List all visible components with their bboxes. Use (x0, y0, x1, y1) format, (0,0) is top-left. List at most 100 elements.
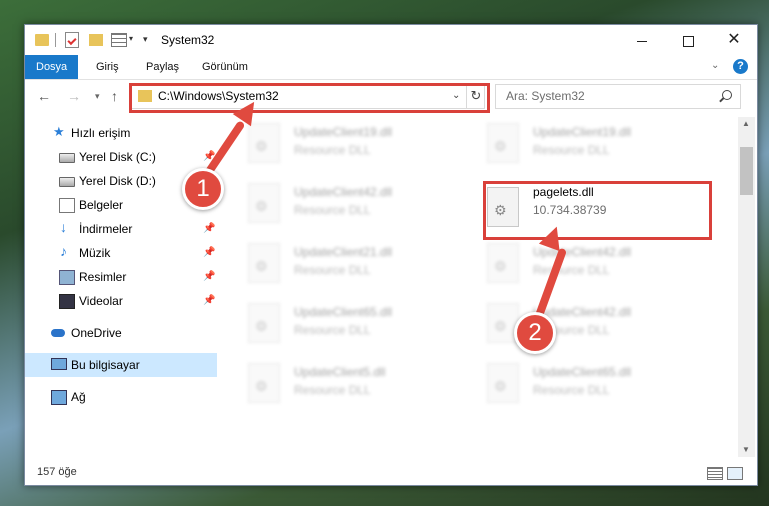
videos-icon (59, 294, 75, 309)
explorer-window: ▾ ▾ System32 ✕ Dosya Giriş Paylaş Görünü… (24, 24, 758, 486)
sidebar-item-label: Belgeler (79, 198, 124, 212)
vertical-scrollbar[interactable]: ▲ ▼ (738, 117, 755, 457)
callout-badge-1: 1 (182, 168, 224, 210)
file-item[interactable]: UpdateClient5.dll Resource DLL (238, 359, 458, 407)
sidebar-item-disk-c[interactable]: Yerel Disk (C:) 📌 (25, 145, 217, 169)
drive-icon (59, 177, 75, 187)
maximize-button[interactable] (665, 25, 711, 55)
sidebar-item-pictures[interactable]: Resimler 📌 (25, 265, 217, 289)
large-icons-view-icon[interactable] (727, 467, 743, 480)
tab-paylas[interactable]: Paylaş (135, 55, 190, 79)
search-input[interactable] (496, 85, 716, 106)
customize-toolbar-icon[interactable]: ▾ (143, 34, 148, 50)
file-name: UpdateClient65.dll (533, 365, 632, 379)
file-item[interactable]: UpdateClient19.dll Resource DLL (238, 119, 458, 167)
sidebar-item-music[interactable]: ♪ Müzik 📌 (25, 241, 217, 265)
dll-file-icon (248, 363, 280, 403)
sidebar-item-network[interactable]: Ağ (25, 385, 217, 409)
pin-icon[interactable]: 📌 (203, 223, 215, 234)
sidebar-item-label: Yerel Disk (C:) (79, 150, 156, 164)
file-name: UpdateClient19.dll (294, 125, 393, 139)
sidebar-item-videos[interactable]: Videolar 📌 (25, 289, 217, 313)
search-box[interactable] (495, 84, 741, 109)
properties-icon[interactable] (65, 32, 79, 48)
file-item[interactable]: UpdateClient21.dll Resource DLL (238, 239, 458, 287)
sidebar-item-label: İndirmeler (79, 222, 133, 236)
ribbon-tabs: Dosya Giriş Paylaş Görünüm ⌄ ? (25, 55, 757, 80)
new-folder-icon[interactable] (89, 34, 103, 46)
file-item[interactable]: UpdateClient19.dll Resource DLL (477, 119, 697, 167)
network-icon (51, 390, 67, 405)
file-description: Resource DLL (294, 143, 371, 157)
file-name: UpdateClient42.dll (294, 185, 393, 199)
recent-locations-icon[interactable]: ▾ (95, 91, 100, 102)
sidebar-item-label: Resimler (79, 270, 127, 284)
close-button[interactable]: ✕ (711, 25, 757, 55)
dll-file-icon (248, 123, 280, 163)
file-description: Resource DLL (294, 383, 371, 397)
tab-giris[interactable]: Giriş (85, 55, 130, 79)
file-description: Resource DLL (294, 263, 371, 277)
dll-file-icon (248, 183, 280, 223)
pin-icon[interactable]: 📌 (203, 247, 215, 258)
toolbar-divider (55, 33, 56, 47)
tab-dosya[interactable]: Dosya (25, 55, 79, 79)
status-bar: 157 öğe (25, 461, 757, 485)
file-list: UpdateClient19.dll Resource DLL UpdateCl… (218, 117, 738, 457)
sidebar-item-downloads[interactable]: ↓ İndirmeler 📌 (25, 217, 217, 241)
file-item[interactable]: UpdateClient42.dll Resource DLL (238, 179, 458, 227)
onedrive-icon (51, 329, 65, 337)
sidebar-item-label: Hızlı erişim (71, 126, 131, 140)
minimize-button[interactable] (619, 25, 665, 55)
file-name: UpdateClient21.dll (294, 245, 393, 259)
details-view-icon[interactable] (707, 467, 723, 480)
back-arrow-icon[interactable]: ← (37, 88, 51, 104)
file-item[interactable]: UpdateClient42.dll Resource DLL (477, 299, 697, 347)
pictures-icon (59, 270, 75, 285)
sidebar-item-label: Bu bilgisayar (71, 358, 140, 372)
file-item[interactable]: UpdateClient65.dll Resource DLL (238, 299, 458, 347)
scroll-up-icon[interactable]: ▲ (742, 119, 750, 128)
sidebar-item-this-pc[interactable]: Bu bilgisayar (25, 353, 217, 377)
minimize-icon (637, 40, 647, 42)
up-arrow-icon[interactable]: ↑ (111, 88, 118, 104)
sidebar-item-label: OneDrive (71, 326, 122, 340)
file-name: UpdateClient5.dll (294, 365, 386, 379)
scroll-thumb[interactable] (740, 147, 753, 195)
sidebar-item-quick-access[interactable]: ★ Hızlı erişim (25, 121, 217, 145)
chevron-down-icon[interactable]: ▾ (129, 34, 133, 50)
window-title: System32 (161, 33, 215, 47)
file-item[interactable]: UpdateClient42.dll Resource DLL (477, 239, 697, 287)
dll-file-icon (487, 363, 519, 403)
pin-icon[interactable]: 📌 (203, 295, 215, 306)
help-icon[interactable]: ? (733, 59, 748, 74)
file-name: UpdateClient19.dll (533, 125, 632, 139)
scroll-down-icon[interactable]: ▼ (742, 445, 750, 454)
sidebar-item-label: Videolar (79, 294, 123, 308)
file-item[interactable]: UpdateClient65.dll Resource DLL (477, 359, 697, 407)
sidebar-item-label: Müzik (79, 246, 111, 260)
drive-icon (59, 153, 75, 163)
title-bar: ▾ ▾ System32 ✕ (25, 25, 757, 55)
tab-gorunum[interactable]: Görünüm (191, 55, 259, 79)
navigation-pane: ★ Hızlı erişim Yerel Disk (C:) 📌 Yerel D… (25, 117, 217, 457)
sidebar-item-onedrive[interactable]: OneDrive (25, 321, 217, 345)
documents-icon (59, 198, 75, 213)
folder-icon (35, 34, 49, 46)
file-description: Resource DLL (294, 323, 371, 337)
dll-file-icon (248, 303, 280, 343)
file-name: UpdateClient65.dll (294, 305, 393, 319)
pin-icon[interactable]: 📌 (203, 271, 215, 282)
sidebar-item-label: Yerel Disk (D:) (79, 174, 156, 188)
view-icon[interactable] (111, 33, 127, 47)
sidebar-item-label: Ağ (71, 390, 86, 404)
file-description: Resource DLL (533, 383, 610, 397)
forward-arrow-icon[interactable]: → (67, 88, 81, 104)
star-icon: ★ (53, 124, 65, 139)
item-count: 157 öğe (37, 466, 77, 478)
callout-badge-2: 2 (514, 312, 556, 354)
search-icon[interactable] (722, 90, 732, 100)
file-description: Resource DLL (294, 203, 371, 217)
expand-ribbon-icon[interactable]: ⌄ (711, 60, 719, 71)
address-highlight-box (129, 83, 490, 113)
